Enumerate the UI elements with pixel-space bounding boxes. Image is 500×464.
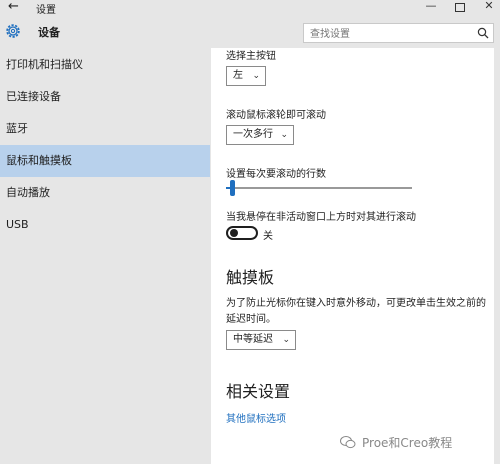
- sidebar-item-autoplay[interactable]: 自动播放: [0, 177, 210, 209]
- maximize-icon: [455, 3, 465, 12]
- sidebar-item-connected-devices[interactable]: 已连接设备: [0, 81, 210, 113]
- lines-label: 设置每次要滚动的行数: [226, 169, 326, 180]
- sidebar-item-mouse-touchpad[interactable]: 鼠标和触摸板: [0, 145, 210, 177]
- chevron-down-icon: ⌄: [252, 71, 260, 81]
- back-arrow-icon[interactable]: ←: [8, 0, 19, 14]
- toggle-knob: [230, 229, 238, 237]
- window-title: 设置: [36, 5, 56, 16]
- inactive-scroll-state: 关: [263, 231, 273, 242]
- search-box[interactable]: [303, 23, 494, 43]
- inactive-scroll-toggle[interactable]: [226, 226, 258, 240]
- sidebar: 设备 打印机和扫描仪 已连接设备 蓝牙 鼠标和触摸板 自动播放 USB: [0, 16, 210, 464]
- primary-button-value: 左: [233, 70, 243, 81]
- chevron-down-icon: ⌄: [282, 335, 290, 345]
- scroll-dropdown[interactable]: 一次多行 ⌄: [226, 125, 294, 145]
- sidebar-item-printers[interactable]: 打印机和扫描仪: [0, 49, 210, 81]
- search-input[interactable]: [308, 25, 472, 43]
- watermark-text: Proe和Creo教程: [362, 436, 453, 450]
- sidebar-item-usb[interactable]: USB: [0, 209, 210, 241]
- lines-slider-thumb[interactable]: [229, 180, 235, 196]
- gear-icon: [6, 24, 20, 38]
- sidebar-header-title: 设备: [38, 26, 60, 39]
- scroll-label: 滚动鼠标滚轮即可滚动: [226, 110, 326, 121]
- related-settings-heading: 相关设置: [226, 382, 291, 401]
- settings-content: 选择主按钮 左 ⌄ 滚动鼠标滚轮即可滚动 一次多行 ⌄ 设置每次要滚动的行数 当…: [211, 48, 494, 464]
- sidebar-item-bluetooth[interactable]: 蓝牙: [0, 113, 210, 145]
- scroll-value: 一次多行: [233, 129, 273, 140]
- other-mouse-options-link[interactable]: 其他鼠标选项: [226, 410, 286, 425]
- primary-button-dropdown[interactable]: 左 ⌄: [226, 66, 266, 86]
- title-bar: ← 设置 — ✕: [0, 0, 500, 16]
- lines-slider-track[interactable]: [226, 187, 412, 189]
- touchpad-delay-value: 中等延迟: [233, 334, 273, 345]
- maximize-button[interactable]: [449, 0, 471, 15]
- primary-button-label: 选择主按钮: [226, 51, 276, 62]
- chevron-down-icon: ⌄: [280, 130, 288, 140]
- touchpad-description: 为了防止光标你在键入时意外移动，可更改单击生效之前的延迟时间。: [226, 298, 486, 325]
- inactive-scroll-label: 当我悬停在非活动窗口上方时对其进行滚动: [226, 212, 416, 223]
- touchpad-heading: 触摸板: [226, 268, 275, 287]
- search-icon[interactable]: [477, 27, 489, 39]
- minimize-button[interactable]: —: [420, 0, 442, 15]
- wechat-icon: [340, 436, 356, 449]
- touchpad-delay-dropdown[interactable]: 中等延迟 ⌄: [226, 330, 296, 350]
- close-button[interactable]: ✕: [478, 0, 500, 15]
